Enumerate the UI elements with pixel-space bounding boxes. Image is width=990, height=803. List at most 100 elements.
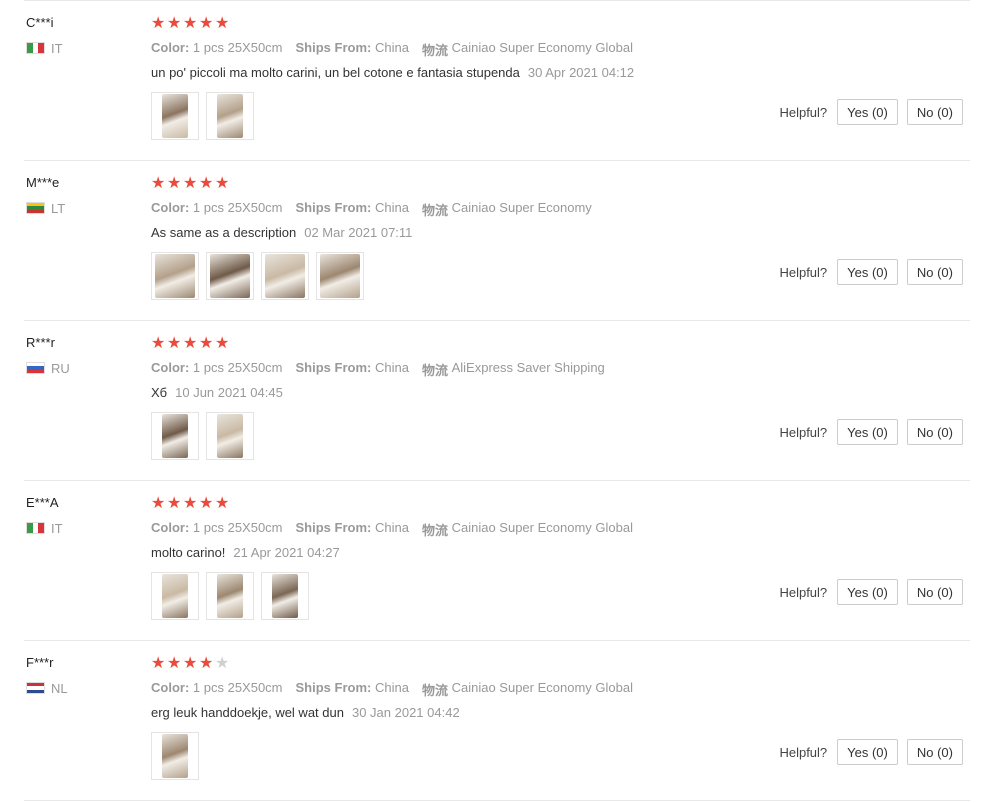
helpful-no-button[interactable]: No (0) bbox=[906, 579, 963, 605]
photo-image bbox=[217, 574, 243, 618]
ships-from-label: Ships From: bbox=[295, 360, 372, 375]
review-photo-thumbnail[interactable] bbox=[206, 412, 254, 460]
color-label: Color: bbox=[151, 360, 190, 375]
helpful-yes-button[interactable]: Yes (0) bbox=[837, 419, 898, 445]
review-photo-thumbnail[interactable] bbox=[261, 252, 309, 300]
reviewer-country: LT bbox=[26, 200, 66, 216]
review-photo-thumbnail[interactable] bbox=[151, 252, 199, 300]
review-photo-thumbnail[interactable] bbox=[206, 252, 254, 300]
photo-image bbox=[162, 734, 188, 778]
review-photos bbox=[151, 732, 206, 780]
helpful-no-button[interactable]: No (0) bbox=[906, 739, 963, 765]
review-text: erg leuk handdoekje, wel wat dun bbox=[151, 705, 344, 720]
logistics-label: 物流 bbox=[421, 683, 448, 698]
helpful-label: Helpful? bbox=[779, 104, 828, 120]
star-filled-icon: ★ bbox=[215, 335, 230, 352]
ships-from-value: China bbox=[374, 680, 409, 695]
review-date: 02 Mar 2021 07:11 bbox=[304, 225, 413, 240]
logistics-label: 物流 bbox=[421, 523, 448, 538]
helpful-label: Helpful? bbox=[779, 744, 828, 760]
star-rating: ★ ★ ★ ★ ★ bbox=[151, 655, 231, 673]
review-photo-thumbnail[interactable] bbox=[206, 92, 254, 140]
star-filled-icon: ★ bbox=[151, 655, 166, 672]
review-text: un po' piccoli ma molto carini, un bel c… bbox=[151, 65, 520, 80]
color-value: 1 pcs 25X50cm bbox=[192, 360, 283, 375]
review-photo-thumbnail[interactable] bbox=[151, 732, 199, 780]
star-empty-icon: ★ bbox=[215, 655, 230, 672]
star-filled-icon: ★ bbox=[215, 175, 230, 192]
reviewer-name: C***i bbox=[26, 15, 54, 30]
logistics-value: Cainiao Super Economy bbox=[451, 200, 592, 215]
ships-from-label: Ships From: bbox=[295, 520, 372, 535]
review-photos bbox=[151, 92, 261, 140]
country-code: IT bbox=[51, 40, 63, 56]
star-filled-icon: ★ bbox=[199, 655, 214, 672]
photo-image bbox=[162, 94, 188, 138]
reviewer-name: F***r bbox=[26, 655, 54, 670]
helpful-no-button[interactable]: No (0) bbox=[906, 419, 963, 445]
helpful-label: Helpful? bbox=[779, 264, 828, 280]
review-photo-thumbnail[interactable] bbox=[151, 92, 199, 140]
star-filled-icon: ★ bbox=[183, 175, 198, 192]
helpful-vote: Helpful? Yes (0) No (0) bbox=[779, 419, 963, 445]
review-comment: erg leuk handdoekje, wel wat dun 30 Jan 2… bbox=[151, 705, 460, 720]
photo-image bbox=[217, 94, 243, 138]
review-text: As same as a description bbox=[151, 225, 297, 240]
country-code: LT bbox=[51, 200, 66, 216]
review-comment: As same as a description 02 Mar 2021 07:1… bbox=[151, 225, 412, 240]
helpful-yes-button[interactable]: Yes (0) bbox=[837, 739, 898, 765]
photo-image bbox=[162, 414, 188, 458]
star-filled-icon: ★ bbox=[151, 175, 166, 192]
star-filled-icon: ★ bbox=[199, 495, 214, 512]
star-filled-icon: ★ bbox=[183, 15, 198, 32]
star-filled-icon: ★ bbox=[167, 175, 182, 192]
color-label: Color: bbox=[151, 40, 190, 55]
photo-image bbox=[272, 574, 298, 618]
ships-from-value: China bbox=[374, 200, 409, 215]
country-flag-icon bbox=[26, 682, 45, 694]
star-filled-icon: ★ bbox=[167, 335, 182, 352]
logistics-value: Cainiao Super Economy Global bbox=[451, 520, 633, 535]
review-date: 30 Apr 2021 04:12 bbox=[527, 65, 635, 80]
reviewer-name: R***r bbox=[26, 335, 55, 350]
logistics-label: 物流 bbox=[421, 363, 448, 378]
reviewer-name: E***A bbox=[26, 495, 59, 510]
review-photo-thumbnail[interactable] bbox=[151, 572, 199, 620]
review-photos bbox=[151, 252, 371, 300]
review-photos bbox=[151, 572, 316, 620]
color-value: 1 pcs 25X50cm bbox=[192, 680, 283, 695]
star-rating: ★ ★ ★ ★ ★ bbox=[151, 175, 231, 193]
helpful-yes-button[interactable]: Yes (0) bbox=[837, 99, 898, 125]
logistics-value: AliExpress Saver Shipping bbox=[451, 360, 605, 375]
review-photo-thumbnail[interactable] bbox=[151, 412, 199, 460]
star-filled-icon: ★ bbox=[151, 15, 166, 32]
country-code: RU bbox=[51, 360, 70, 376]
color-label: Color: bbox=[151, 520, 190, 535]
review-date: 21 Apr 2021 04:27 bbox=[233, 545, 340, 560]
ships-from-label: Ships From: bbox=[295, 40, 372, 55]
order-info: Color: 1 pcs 25X50cm Ships From: China 物… bbox=[151, 520, 633, 539]
color-value: 1 pcs 25X50cm bbox=[192, 520, 283, 535]
helpful-yes-button[interactable]: Yes (0) bbox=[837, 259, 898, 285]
star-filled-icon: ★ bbox=[199, 15, 214, 32]
review-comment: molto carino! 21 Apr 2021 04:27 bbox=[151, 545, 340, 560]
helpful-vote: Helpful? Yes (0) No (0) bbox=[779, 579, 963, 605]
helpful-no-button[interactable]: No (0) bbox=[906, 99, 963, 125]
star-rating: ★ ★ ★ ★ ★ bbox=[151, 15, 231, 33]
review-photo-thumbnail[interactable] bbox=[316, 252, 364, 300]
ships-from-value: China bbox=[374, 520, 409, 535]
country-code: IT bbox=[51, 520, 63, 536]
review-item: R***r RU ★ ★ ★ ★ ★ Color: 1 pcs 25X50cm Ship… bbox=[24, 321, 970, 481]
order-info: Color: 1 pcs 25X50cm Ships From: China 物… bbox=[151, 40, 633, 59]
order-info: Color: 1 pcs 25X50cm Ships From: China 物… bbox=[151, 680, 633, 699]
review-text: Хб bbox=[151, 385, 168, 400]
helpful-no-button[interactable]: No (0) bbox=[906, 259, 963, 285]
review-date: 10 Jun 2021 04:45 bbox=[175, 385, 283, 400]
review-photo-thumbnail[interactable] bbox=[261, 572, 309, 620]
helpful-yes-button[interactable]: Yes (0) bbox=[837, 579, 898, 605]
reviewer-name: M***e bbox=[26, 175, 60, 190]
review-date: 30 Jan 2021 04:42 bbox=[351, 705, 460, 720]
helpful-vote: Helpful? Yes (0) No (0) bbox=[779, 99, 963, 125]
review-photo-thumbnail[interactable] bbox=[206, 572, 254, 620]
order-info: Color: 1 pcs 25X50cm Ships From: China 物… bbox=[151, 360, 605, 379]
